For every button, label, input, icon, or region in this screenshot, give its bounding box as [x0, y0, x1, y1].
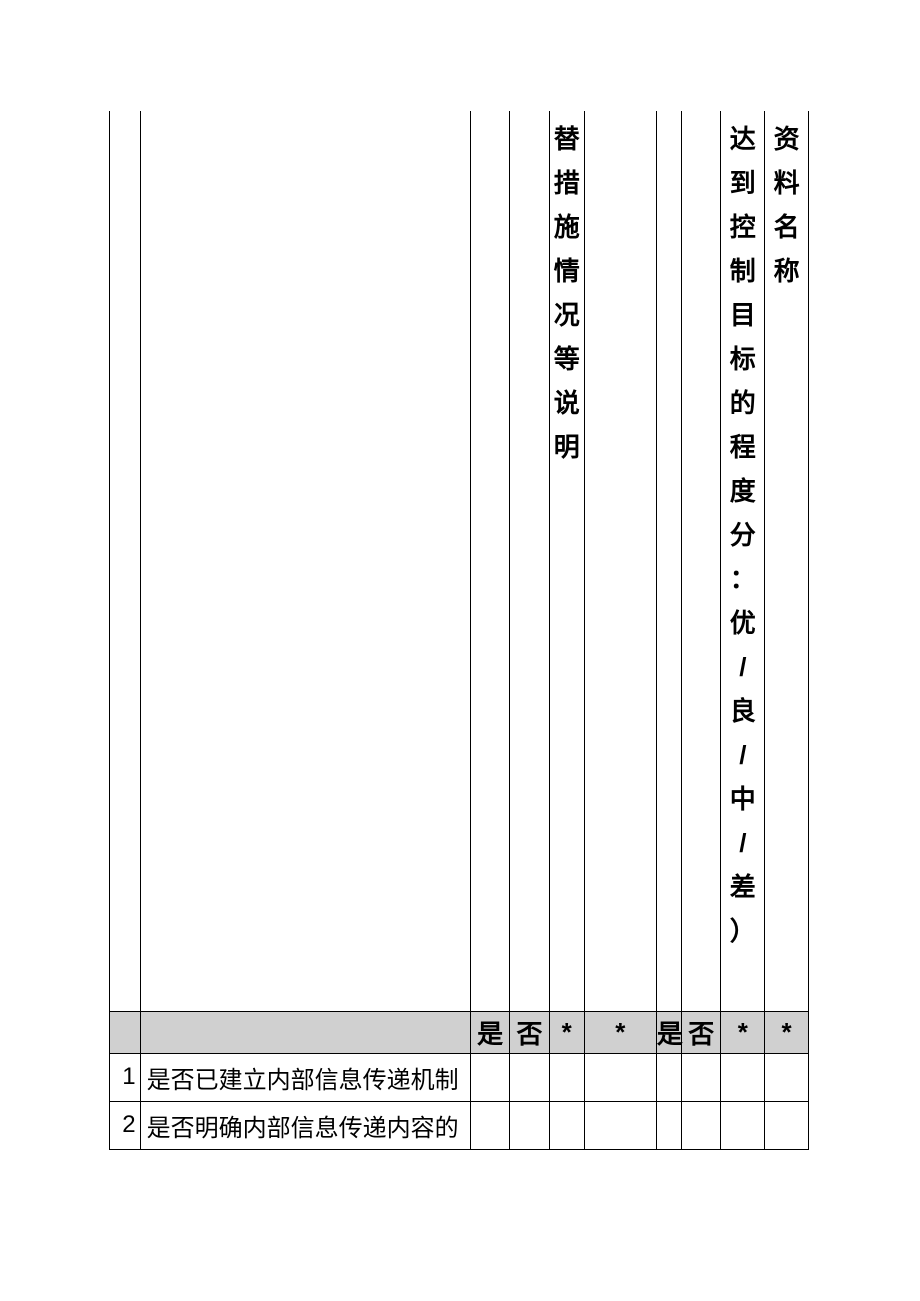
- cell-blank: [549, 1101, 584, 1149]
- cell-blank: [510, 1101, 549, 1149]
- row-text: 是否明确内部信息传递内容的: [140, 1101, 470, 1149]
- header-cell-blank-7: [656, 111, 681, 1011]
- header-row: 替措施情况等说明 达到控制目标的程度分：优/良/中/差） 资料名称: [110, 111, 809, 1011]
- header-cell-blank-2: [140, 111, 470, 1011]
- cell-blank: [584, 1101, 656, 1149]
- sub-star-3: *: [721, 1011, 765, 1053]
- sub-star-2: *: [584, 1011, 656, 1053]
- cell-blank: [765, 1101, 809, 1149]
- row-text: 是否已建立内部信息传递机制: [140, 1053, 470, 1101]
- table-row: 1 是否已建立内部信息传递机制: [110, 1053, 809, 1101]
- sub-no-2: 否: [682, 1011, 721, 1053]
- cell-blank: [584, 1053, 656, 1101]
- header-cell-blank-8: [682, 111, 721, 1011]
- table-container: 替措施情况等说明 达到控制目标的程度分：优/良/中/差） 资料名称 是 否 * …: [109, 111, 809, 1150]
- cell-blank: [510, 1053, 549, 1101]
- sub-yes-2: 是: [656, 1011, 681, 1053]
- header-cell-vertical-c: 资料名称: [765, 111, 809, 1011]
- header-cell-blank-6: [584, 111, 656, 1011]
- row-number: 1: [110, 1053, 141, 1101]
- sub-blank-1: [110, 1011, 141, 1053]
- sub-no-1: 否: [510, 1011, 549, 1053]
- cell-blank: [765, 1053, 809, 1101]
- header-cell-vertical-a: 替措施情况等说明: [549, 111, 584, 1011]
- cell-blank: [470, 1053, 509, 1101]
- cell-blank: [470, 1101, 509, 1149]
- sub-star-1: *: [549, 1011, 584, 1053]
- subheader-row: 是 否 * * 是 否 * *: [110, 1011, 809, 1053]
- row-number: 2: [110, 1101, 141, 1149]
- table-row: 2 是否明确内部信息传递内容的: [110, 1101, 809, 1149]
- cell-blank: [682, 1101, 721, 1149]
- cell-blank: [682, 1053, 721, 1101]
- header-cell-blank-3: [470, 111, 509, 1011]
- main-table: 替措施情况等说明 达到控制目标的程度分：优/良/中/差） 资料名称 是 否 * …: [109, 111, 809, 1150]
- sub-blank-2: [140, 1011, 470, 1053]
- header-cell-blank-1: [110, 111, 141, 1011]
- cell-blank: [656, 1101, 681, 1149]
- cell-blank: [656, 1053, 681, 1101]
- cell-blank: [549, 1053, 584, 1101]
- header-cell-vertical-b: 达到控制目标的程度分：优/良/中/差）: [721, 111, 765, 1011]
- cell-blank: [721, 1101, 765, 1149]
- sub-yes-1: 是: [470, 1011, 509, 1053]
- cell-blank: [721, 1053, 765, 1101]
- header-cell-blank-4: [510, 111, 549, 1011]
- sub-star-4: *: [765, 1011, 809, 1053]
